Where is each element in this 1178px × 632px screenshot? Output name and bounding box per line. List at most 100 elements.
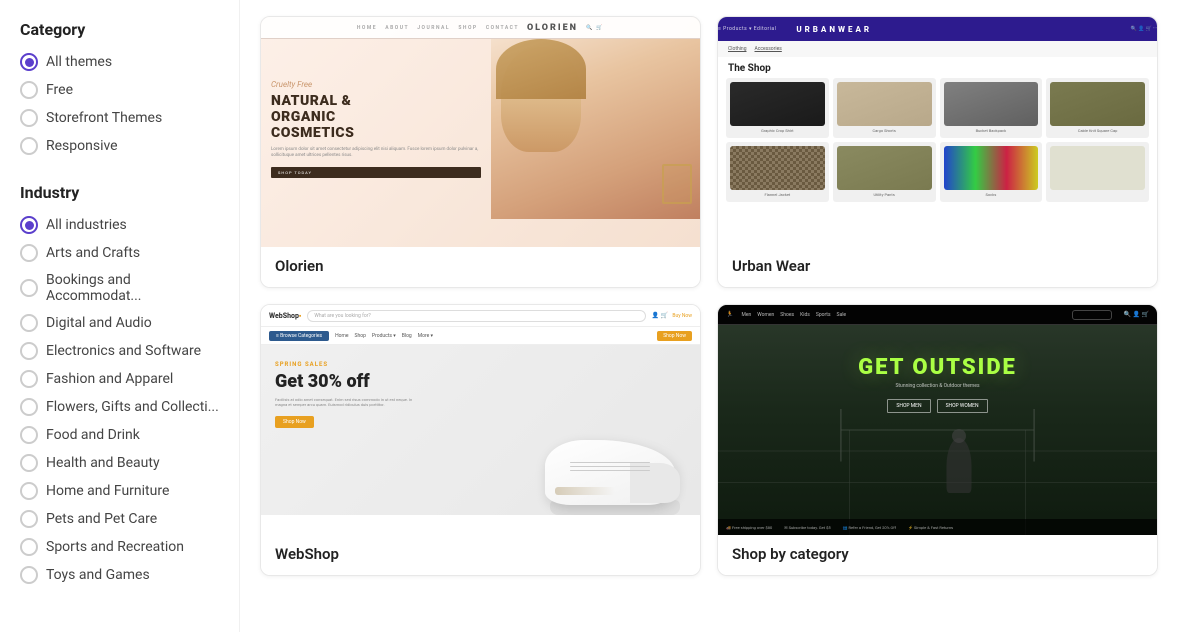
radio-all-themes[interactable] xyxy=(20,53,38,71)
label-pets: Pets and Pet Care xyxy=(46,511,157,527)
olorien-theme-name: Olorien xyxy=(275,257,686,275)
uw-product-img-shorts xyxy=(837,82,932,126)
radio-storefront[interactable] xyxy=(20,109,38,127)
themes-grid: HOME ABOUT JOURNAL SHOP CONTACT OLORIEN … xyxy=(260,16,1158,576)
industry-filter-group: All industries Arts and Crafts Bookings … xyxy=(20,216,219,584)
label-responsive: Responsive xyxy=(46,138,118,154)
uw-product-img-shirt xyxy=(730,82,825,126)
radio-responsive[interactable] xyxy=(20,137,38,155)
radio-electronics[interactable] xyxy=(20,342,38,360)
go-offers-bar: 🚚 Free shipping over $80 ✉ Subscribe tod… xyxy=(718,519,1157,535)
label-flowers: Flowers, Gifts and Collecti... xyxy=(46,399,219,415)
ws-hero-area: SPRING SALES Get 30% off Facilisis at od… xyxy=(261,345,700,515)
filter-fashion[interactable]: Fashion and Apparel xyxy=(20,370,219,388)
uw-product-bag: Bucket Backpack xyxy=(940,78,1043,138)
theme-card-webshop[interactable]: WebShop▪ What are you looking for? 👤 🛒 B… xyxy=(260,304,701,576)
label-fashion: Fashion and Apparel xyxy=(46,371,173,387)
filter-toys[interactable]: Toys and Games xyxy=(20,566,219,584)
uw-shop-title: The Shop xyxy=(718,57,1157,78)
getoutside-card-footer: Shop by category xyxy=(718,535,1157,575)
label-free: Free xyxy=(46,82,73,98)
label-health-beauty: Health and Beauty xyxy=(46,455,160,471)
radio-pets[interactable] xyxy=(20,510,38,528)
ws-header-bar: WebShop▪ What are you looking for? 👤 🛒 B… xyxy=(261,305,700,327)
uw-product-img-hat xyxy=(1050,82,1145,126)
radio-fashion[interactable] xyxy=(20,370,38,388)
filter-all-industries[interactable]: All industries xyxy=(20,216,219,234)
filter-health-beauty[interactable]: Health and Beauty xyxy=(20,454,219,472)
filter-sports[interactable]: Sports and Recreation xyxy=(20,538,219,556)
label-digital-audio: Digital and Audio xyxy=(46,315,152,331)
go-cta-buttons: SHOP MEN SHOP WOMEN xyxy=(718,399,1157,413)
uw-product-hat: Cable Knit Square Cap xyxy=(1046,78,1149,138)
filter-responsive[interactable]: Responsive xyxy=(20,137,219,155)
label-sports: Sports and Recreation xyxy=(46,539,184,555)
uw-products-grid: Graphic Crop Shirt Cargo Shorts Bucket B… xyxy=(718,78,1157,202)
label-all-themes: All themes xyxy=(46,54,112,70)
getoutside-theme-name: Shop by category xyxy=(732,545,1143,563)
radio-free[interactable] xyxy=(20,81,38,99)
label-arts-crafts: Arts and Crafts xyxy=(46,245,140,261)
webshop-theme-name: WebShop xyxy=(275,545,686,563)
radio-flowers[interactable] xyxy=(20,398,38,416)
radio-food-drink[interactable] xyxy=(20,426,38,444)
filter-arts-crafts[interactable]: Arts and Crafts xyxy=(20,244,219,262)
filter-bookings[interactable]: Bookings and Accommodat... xyxy=(20,272,219,304)
filter-all-themes[interactable]: All themes xyxy=(20,53,219,71)
filter-pets[interactable]: Pets and Pet Care xyxy=(20,510,219,528)
uw-product-img-socks xyxy=(944,146,1039,190)
uw-product-shirt: Graphic Crop Shirt xyxy=(726,78,829,138)
uw-header-bar: ≡ Products ▾ Editorial URBANWEAR 🔍 👤 🛒 ·… xyxy=(718,17,1157,41)
theme-card-urbanwear[interactable]: ≡ Products ▾ Editorial URBANWEAR 🔍 👤 🛒 ·… xyxy=(717,16,1158,288)
urbanwear-theme-name: Urban Wear xyxy=(732,257,1143,275)
label-bookings: Bookings and Accommodat... xyxy=(46,272,219,304)
sidebar: Category All themes Free Storefront Them… xyxy=(0,0,240,632)
radio-digital-audio[interactable] xyxy=(20,314,38,332)
filter-digital-audio[interactable]: Digital and Audio xyxy=(20,314,219,332)
theme-card-getoutside[interactable]: 🏃 Men Women Shoes Kids Sports Sale 🔍 👤 🛒 xyxy=(717,304,1158,576)
uw-product-pants: Utility Pants xyxy=(833,142,936,202)
uw-product-extra xyxy=(1046,142,1149,202)
filter-flowers[interactable]: Flowers, Gifts and Collecti... xyxy=(20,398,219,416)
radio-all-industries[interactable] xyxy=(20,216,38,234)
olorien-card-footer: Olorien xyxy=(261,247,700,287)
filter-food-drink[interactable]: Food and Drink xyxy=(20,426,219,444)
main-content: HOME ABOUT JOURNAL SHOP CONTACT OLORIEN … xyxy=(240,0,1178,632)
olorien-cursive-text: Cruelty Free xyxy=(271,80,481,89)
filter-storefront[interactable]: Storefront Themes xyxy=(20,109,219,127)
go-shop-men-btn[interactable]: SHOP MEN xyxy=(887,399,930,413)
uw-subheader: Clothing Accessories xyxy=(718,41,1157,57)
olorien-headline-text: Natural &OrganicCosmetics xyxy=(271,93,481,141)
radio-home-furniture[interactable] xyxy=(20,482,38,500)
theme-card-olorien[interactable]: HOME ABOUT JOURNAL SHOP CONTACT OLORIEN … xyxy=(260,16,701,288)
go-hero-title: GET OUTSIDE xyxy=(718,355,1157,380)
label-home-furniture: Home and Furniture xyxy=(46,483,169,499)
go-hero-sub: Stunning collection & Outdoor themes xyxy=(718,383,1157,390)
olorien-header-bar: HOME ABOUT JOURNAL SHOP CONTACT OLORIEN … xyxy=(261,17,700,39)
radio-toys[interactable] xyxy=(20,566,38,584)
uw-product-img-bag xyxy=(944,82,1039,126)
radio-health-beauty[interactable] xyxy=(20,454,38,472)
ws-shoe-image xyxy=(520,375,680,515)
go-header-bar: 🏃 Men Women Shoes Kids Sports Sale 🔍 👤 🛒 xyxy=(718,305,1157,325)
uw-product-socks: Socks xyxy=(940,142,1043,202)
filter-electronics[interactable]: Electronics and Software xyxy=(20,342,219,360)
radio-bookings[interactable] xyxy=(20,279,38,297)
filter-free[interactable]: Free xyxy=(20,81,219,99)
go-shop-women-btn[interactable]: SHOP WOMEN xyxy=(937,399,988,413)
olorien-image xyxy=(491,39,701,219)
label-storefront: Storefront Themes xyxy=(46,110,162,126)
radio-arts-crafts[interactable] xyxy=(20,244,38,262)
urbanwear-card-footer: Urban Wear xyxy=(718,247,1157,287)
uw-product-img-pants xyxy=(837,146,932,190)
olorien-subtext: Lorem ipsum dolor sit amet consectetur a… xyxy=(271,147,481,160)
olorien-cta-btn[interactable]: SHOP TODAY xyxy=(271,167,481,178)
webshop-card-footer: WebShop xyxy=(261,535,700,575)
page-layout: Category All themes Free Storefront Them… xyxy=(0,0,1178,632)
radio-sports[interactable] xyxy=(20,538,38,556)
label-electronics: Electronics and Software xyxy=(46,343,201,359)
filter-home-furniture[interactable]: Home and Furniture xyxy=(20,482,219,500)
category-filter-group: All themes Free Storefront Themes Respon… xyxy=(20,53,219,155)
theme-preview-olorien: HOME ABOUT JOURNAL SHOP CONTACT OLORIEN … xyxy=(261,17,700,247)
go-hero-area: GET OUTSIDE Stunning collection & Outdoo… xyxy=(718,325,1157,535)
